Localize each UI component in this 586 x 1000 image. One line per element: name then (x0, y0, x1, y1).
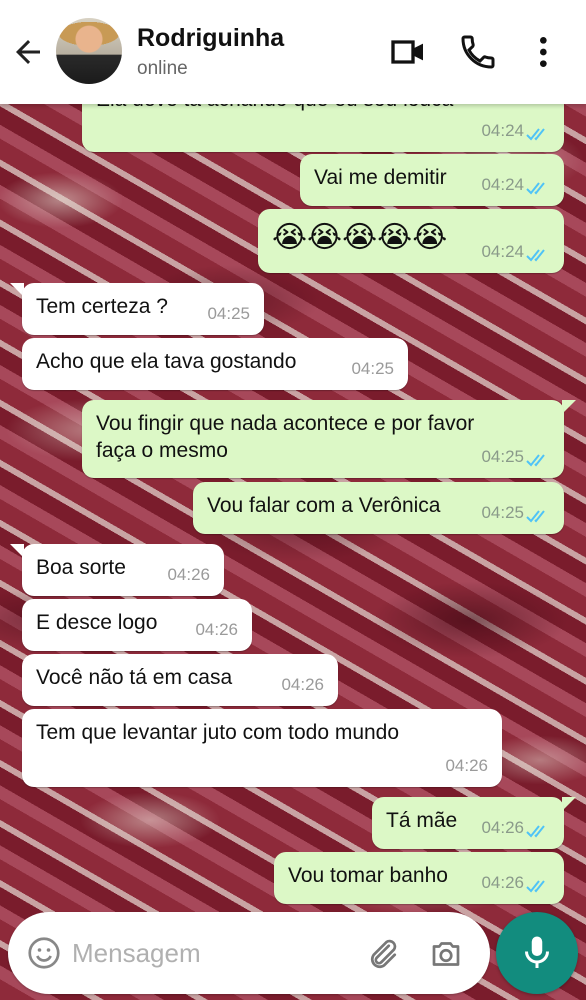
message-time: 04:25 (481, 503, 524, 522)
contact-status: online (137, 58, 188, 79)
message-text: Você não tá em casa (36, 666, 233, 689)
message-text: Boa sorte (36, 556, 126, 579)
message-time: 04:26 (481, 873, 524, 892)
microphone-button[interactable] (496, 912, 578, 994)
read-ticks-icon (526, 454, 545, 467)
message-time: 04:25 (481, 447, 524, 466)
message-bubble-outgoing[interactable]: 😭😭😭😭😭 04:24 (258, 209, 564, 273)
message-text: Tem certeza ? (36, 295, 168, 318)
message-text: Tem que levantar juto com todo mundo (36, 721, 400, 744)
attach-icon[interactable] (364, 936, 400, 972)
microphone-icon (525, 936, 549, 968)
read-ticks-icon (526, 249, 545, 262)
message-bubble-outgoing[interactable]: Vou fingir que nada acontece e por favor… (82, 400, 564, 478)
back-arrow-icon[interactable] (10, 34, 46, 70)
contact-name[interactable]: Rodriguinha (137, 24, 284, 53)
message-bubble-outgoing[interactable]: Vai me demitir 04:24 (300, 154, 564, 206)
read-ticks-icon (526, 510, 545, 523)
more-options-icon[interactable] (530, 32, 570, 72)
contact-avatar[interactable] (56, 18, 122, 84)
message-text: E desce logo (36, 611, 158, 634)
message-bubble-incoming[interactable]: Tem que levantar juto com todo mundo 04:… (22, 709, 502, 787)
read-ticks-icon (526, 880, 545, 893)
message-bubble-incoming[interactable]: Acho que ela tava gostando 04:25 (22, 338, 408, 390)
emoji-icon[interactable] (26, 935, 62, 971)
message-bubble-incoming[interactable]: Você não tá em casa 04:26 (22, 654, 338, 706)
bubble-tail (562, 400, 576, 414)
read-ticks-icon (526, 128, 545, 141)
message-bubble-outgoing[interactable]: Tá mãe 04:26 (372, 797, 564, 849)
message-bubble-incoming[interactable]: Tem certeza ? 04:25 (22, 283, 264, 335)
message-text: Acho que ela tava gostando (36, 350, 297, 373)
message-input[interactable] (72, 932, 352, 974)
chat-header: Rodriguinha online (0, 0, 586, 104)
message-bubble-incoming[interactable]: E desce logo 04:26 (22, 599, 252, 651)
message-time: 04:26 (481, 818, 524, 837)
message-time: 04:24 (481, 121, 524, 140)
message-bubble-outgoing[interactable]: Vou falar com a Verônica 04:25 (193, 482, 564, 534)
message-time: 04:26 (195, 620, 238, 639)
read-ticks-icon (526, 825, 545, 838)
message-time: 04:25 (351, 359, 394, 378)
message-text: Tá mãe (386, 809, 458, 832)
message-bubble-outgoing[interactable]: Vou tomar banho 04:26 (274, 852, 564, 904)
video-call-icon[interactable] (388, 32, 428, 72)
message-time: 04:26 (445, 756, 488, 775)
message-text: Vai me demitir (314, 166, 447, 189)
message-time: 04:24 (481, 175, 524, 194)
message-composer (8, 912, 490, 994)
camera-icon[interactable] (428, 936, 464, 972)
message-text: Vou fingir que nada acontece e por favor… (96, 412, 475, 462)
message-time: 04:25 (207, 304, 250, 323)
bubble-tail (562, 797, 576, 811)
message-time: 04:26 (281, 675, 324, 694)
message-time: 04:26 (167, 565, 210, 584)
message-text: 😭😭😭😭😭 (272, 221, 448, 254)
message-text: Vou tomar banho (288, 864, 448, 887)
message-time: 04:24 (481, 242, 524, 261)
read-ticks-icon (526, 182, 545, 195)
message-text: Vou falar com a Verônica (207, 494, 441, 517)
message-bubble-incoming[interactable]: Boa sorte 04:26 (22, 544, 224, 596)
phone-icon[interactable] (458, 32, 498, 72)
